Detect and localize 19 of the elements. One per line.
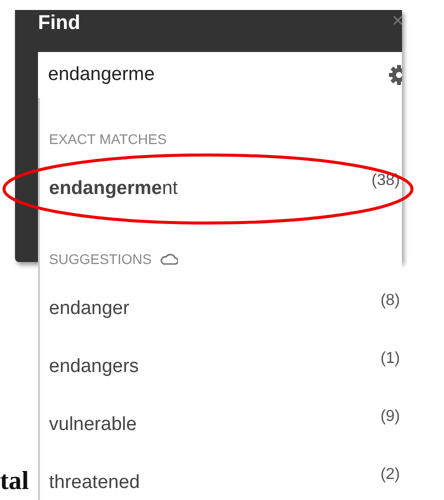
result-count: (2) xyxy=(380,466,400,484)
section-heading: SUGGESTIONS xyxy=(49,251,152,267)
result-term: endanger xyxy=(49,298,130,320)
panel-title: Find xyxy=(38,12,80,35)
cloud-icon xyxy=(160,253,178,265)
result-count: (8) xyxy=(380,292,400,310)
result-item[interactable]: endangers (1) xyxy=(49,338,402,396)
result-item[interactable]: endanger (8) xyxy=(49,280,402,338)
result-item[interactable]: vulnerable (9) xyxy=(49,396,402,454)
settings-icon[interactable] xyxy=(388,64,402,86)
result-item[interactable]: threatened (2) xyxy=(49,454,402,500)
document-text: tal xyxy=(0,466,29,496)
result-term: endangers xyxy=(49,356,139,378)
result-term: vulnerable xyxy=(49,414,137,436)
result-count: (1) xyxy=(380,350,400,368)
result-term: endangerment xyxy=(49,178,178,200)
section-heading: EXACT MATCHES xyxy=(49,131,167,147)
result-count: (9) xyxy=(380,408,400,426)
result-term: threatened xyxy=(49,472,140,494)
